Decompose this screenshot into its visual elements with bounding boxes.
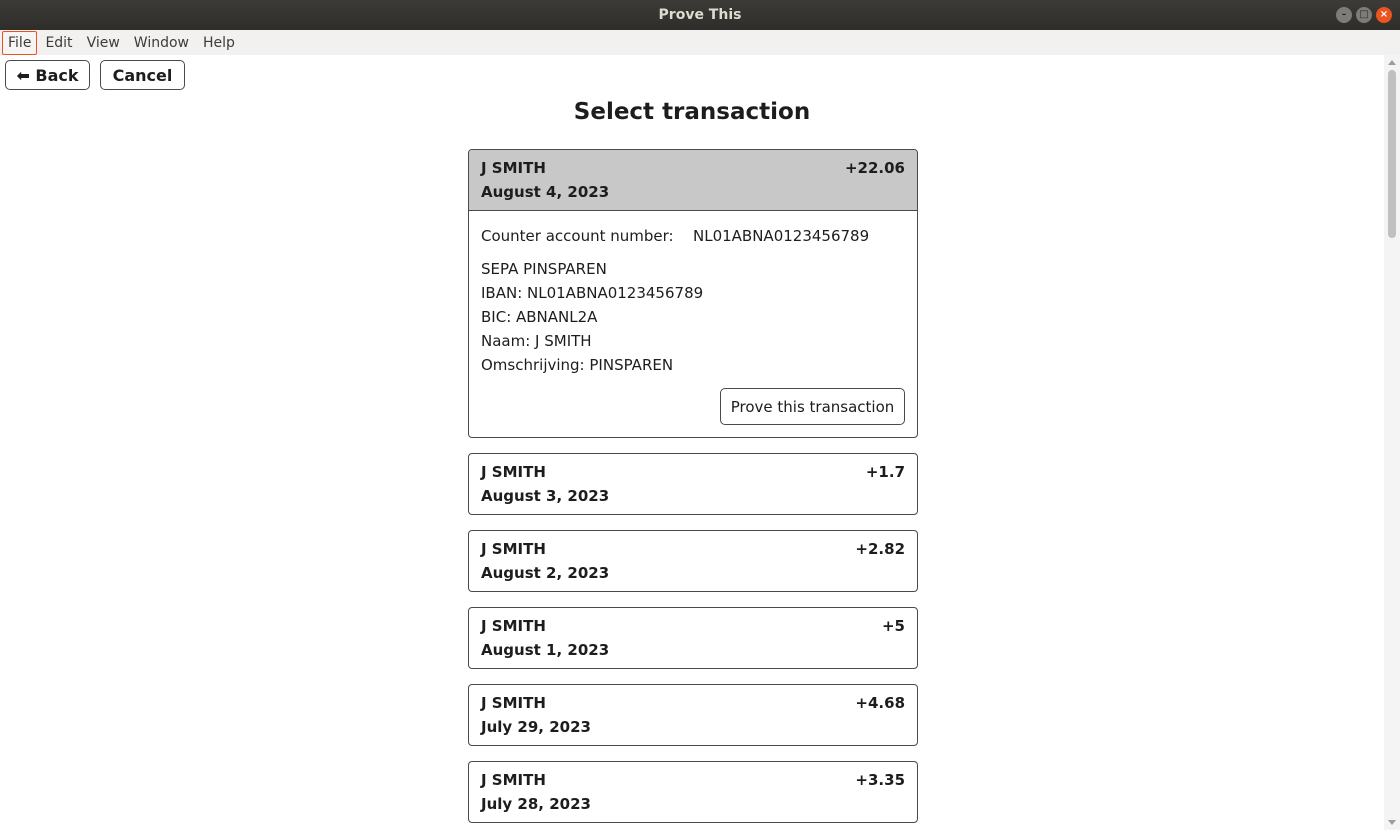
transaction-date: August 2, 2023 <box>481 564 610 582</box>
transaction-card[interactable]: J SMITH August 2, 2023 +2.82 <box>468 530 918 592</box>
vertical-scrollbar[interactable] <box>1384 55 1400 830</box>
transaction-date: August 4, 2023 <box>481 183 610 201</box>
menu-file[interactable]: File <box>2 30 38 55</box>
transaction-name: J SMITH <box>481 694 546 712</box>
transaction-name: J SMITH <box>481 159 546 177</box>
transaction-header[interactable]: J SMITH August 4, 2023 +22.06 <box>469 150 917 211</box>
counter-account-value: NL01ABNA0123456789 <box>693 227 870 245</box>
description-line: IBAN: NL01ABNA0123456789 <box>481 284 704 302</box>
transaction-amount: +4.68 <box>855 694 905 712</box>
transaction-name: J SMITH <box>481 540 546 558</box>
scroll-down-icon[interactable] <box>1388 820 1396 825</box>
menu-help[interactable]: Help <box>197 31 241 55</box>
description-line: BIC: ABNANL2A <box>481 308 598 326</box>
main-content: ⬅ Back Cancel Select transaction J SMITH… <box>0 55 1384 830</box>
transaction-card-expanded: J SMITH August 4, 2023 +22.06 Counter ac… <box>468 149 918 438</box>
transaction-amount: +3.35 <box>855 771 905 789</box>
transaction-amount: +1.7 <box>865 463 905 481</box>
window-title: Prove This <box>658 7 742 23</box>
prove-transaction-button[interactable]: Prove this transaction <box>720 388 905 425</box>
maximize-button[interactable]: □ <box>1356 7 1372 23</box>
cancel-button[interactable]: Cancel <box>100 60 185 90</box>
scroll-up-icon[interactable] <box>1388 60 1396 65</box>
minimize-button[interactable]: – <box>1336 7 1352 23</box>
transaction-header[interactable]: J SMITH August 1, 2023 +5 <box>469 608 917 668</box>
transaction-description: SEPA PINSPAREN IBAN: NL01ABNA0123456789 … <box>481 257 905 377</box>
transaction-date: July 28, 2023 <box>481 795 591 813</box>
description-line: Naam: J SMITH <box>481 332 592 350</box>
transaction-name: J SMITH <box>481 463 546 481</box>
transaction-amount: +2.82 <box>855 540 905 558</box>
transaction-date: August 3, 2023 <box>481 487 610 505</box>
transaction-details: Counter account number: NL01ABNA01234567… <box>469 211 917 437</box>
transaction-name: J SMITH <box>481 617 546 635</box>
counter-account-label: Counter account number: <box>481 227 674 245</box>
page-title: Select transaction <box>573 99 811 125</box>
menu-edit[interactable]: Edit <box>39 31 78 55</box>
description-line: SEPA PINSPAREN <box>481 260 607 278</box>
menu-window[interactable]: Window <box>128 31 195 55</box>
transaction-card[interactable]: J SMITH July 28, 2023 +3.35 <box>468 761 918 823</box>
transaction-list: J SMITH August 4, 2023 +22.06 Counter ac… <box>468 149 918 838</box>
transaction-card[interactable]: J SMITH August 3, 2023 +1.7 <box>468 453 918 515</box>
transaction-name: J SMITH <box>481 771 546 789</box>
title-bar: Prove This – □ × <box>0 0 1400 30</box>
menu-view[interactable]: View <box>81 31 126 55</box>
transaction-date: August 1, 2023 <box>481 641 610 659</box>
transaction-amount: +5 <box>881 617 905 635</box>
transaction-card[interactable]: J SMITH August 1, 2023 +5 <box>468 607 918 669</box>
transaction-date: July 29, 2023 <box>481 718 591 736</box>
transaction-header[interactable]: J SMITH August 3, 2023 +1.7 <box>469 454 917 514</box>
transaction-header[interactable]: J SMITH July 28, 2023 +3.35 <box>469 762 917 822</box>
description-line: Omschrijving: PINSPAREN <box>481 356 674 374</box>
transaction-amount: +22.06 <box>844 159 905 177</box>
transaction-header[interactable]: J SMITH August 2, 2023 +2.82 <box>469 531 917 591</box>
counter-account-row: Counter account number: NL01ABNA01234567… <box>481 225 905 247</box>
transaction-card[interactable]: J SMITH July 29, 2023 +4.68 <box>468 684 918 746</box>
close-button[interactable]: × <box>1376 7 1392 23</box>
menu-bar: File Edit View Window Help <box>0 30 1400 55</box>
scroll-thumb[interactable] <box>1388 70 1396 238</box>
back-button[interactable]: ⬅ Back <box>5 60 90 90</box>
window-controls: – □ × <box>1336 7 1392 23</box>
transaction-header[interactable]: J SMITH July 29, 2023 +4.68 <box>469 685 917 745</box>
